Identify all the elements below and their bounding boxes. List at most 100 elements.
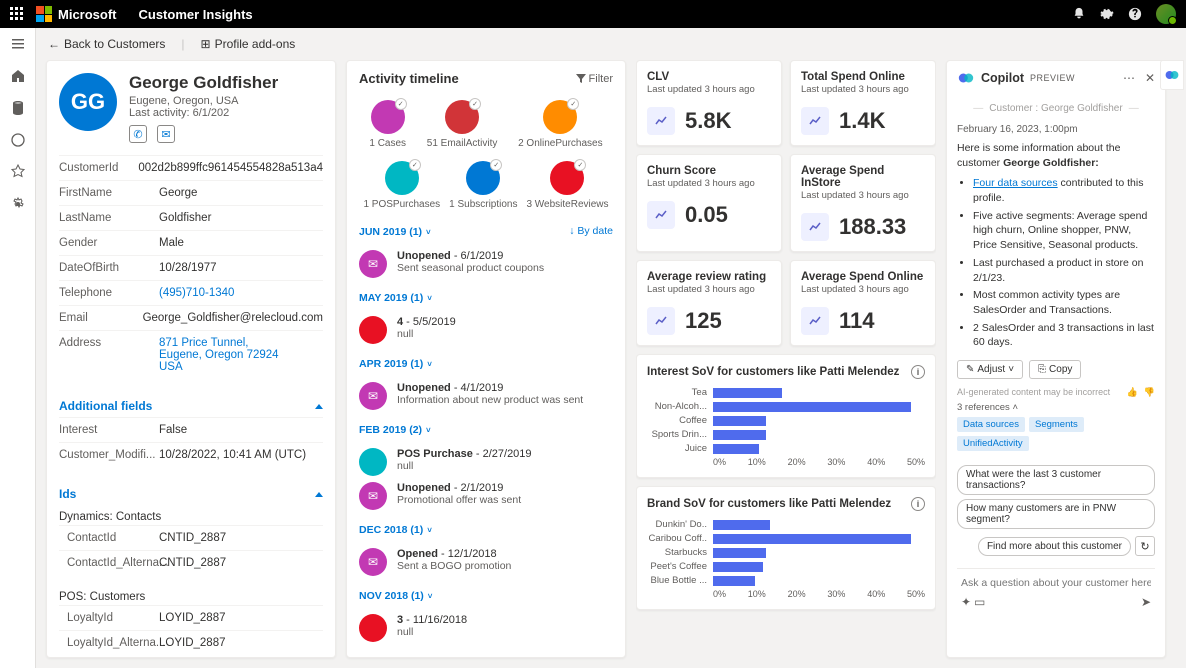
home-icon[interactable] bbox=[10, 68, 26, 84]
reference-tag[interactable]: Segments bbox=[1029, 417, 1084, 432]
timeline-month-header[interactable]: DEC 2018 (1) ˅ bbox=[359, 524, 432, 536]
adjust-label: Adjust bbox=[977, 364, 1005, 375]
trend-icon bbox=[801, 307, 829, 335]
metric-title: CLV bbox=[647, 71, 771, 83]
activity-type-icon[interactable]: ✓3 WebsiteReviews bbox=[526, 161, 608, 210]
references-toggle[interactable]: 3 references ˄ bbox=[957, 402, 1155, 413]
mail-icon[interactable]: ✉ bbox=[157, 125, 175, 143]
section-label: Ids bbox=[59, 487, 76, 501]
refresh-suggestions-icon[interactable]: ↻ bbox=[1135, 536, 1155, 556]
activity-type-icon[interactable]: ✓1 Cases bbox=[369, 100, 406, 149]
help-icon[interactable] bbox=[1128, 7, 1142, 21]
gear-icon[interactable] bbox=[1100, 7, 1114, 21]
field-label: FirstName bbox=[59, 187, 159, 199]
reference-link[interactable]: Four data sources bbox=[973, 177, 1058, 189]
bar-row: Caribou Coff.. bbox=[647, 533, 925, 544]
sparkle-icon[interactable]: ✦ bbox=[961, 595, 971, 609]
disclaimer-text: AI-generated content may be incorrect bbox=[957, 387, 1110, 397]
timeline-item[interactable]: ✉ Opened - 12/1/2018Sent a BOGO promotio… bbox=[359, 548, 613, 576]
copilot-collapse-toggle[interactable] bbox=[1160, 60, 1184, 90]
info-icon[interactable]: i bbox=[911, 497, 925, 511]
hamburger-icon[interactable] bbox=[10, 36, 26, 52]
addons-label: Profile add-ons bbox=[215, 37, 296, 51]
activity-type-icon[interactable]: ✓2 OnlinePurchases bbox=[518, 100, 603, 149]
timeline-item[interactable]: POS Purchase - 2/27/2019null bbox=[359, 448, 613, 476]
metric-subtitle: Last updated 3 hours ago bbox=[801, 84, 925, 95]
metric-card[interactable]: Average review rating Last updated 3 hou… bbox=[636, 260, 782, 346]
metric-subtitle: Last updated 3 hours ago bbox=[647, 178, 771, 189]
field-value: False bbox=[159, 424, 323, 436]
metric-subtitle: Last updated 3 hours ago bbox=[647, 284, 771, 295]
waffle-icon[interactable] bbox=[10, 7, 24, 21]
copilot-input[interactable] bbox=[961, 577, 1151, 589]
chevron-up-icon bbox=[315, 492, 323, 497]
activity-dot: ✉ bbox=[359, 382, 387, 410]
timeline-month-header[interactable]: MAY 2019 (1) ˅ bbox=[359, 292, 432, 304]
activity-type-icon[interactable]: ✓1 Subscriptions bbox=[449, 161, 517, 210]
back-button[interactable]: ← Back to Customers bbox=[48, 37, 165, 51]
timeline-month-header[interactable]: JUN 2019 (1) ˅ bbox=[359, 226, 431, 238]
metric-value: 114 bbox=[839, 308, 875, 334]
segments-icon[interactable] bbox=[10, 132, 26, 148]
ids-header[interactable]: Ids bbox=[47, 477, 335, 505]
bar-label: Blue Bottle ... bbox=[647, 575, 707, 586]
additional-fields-header[interactable]: Additional fields bbox=[47, 389, 335, 417]
profile-addons-button[interactable]: ⊞ Profile add-ons bbox=[201, 37, 296, 51]
adjust-button[interactable]: ✎ Adjust ˅ bbox=[957, 360, 1023, 379]
metric-value: 0.05 bbox=[685, 202, 728, 228]
filter-button[interactable]: Filter bbox=[576, 73, 613, 85]
suggestion-button[interactable]: What were the last 3 customer transactio… bbox=[957, 465, 1155, 495]
metric-card[interactable]: CLV Last updated 3 hours ago 5.8K bbox=[636, 60, 782, 146]
field-value[interactable]: 871 Price Tunnel,Eugene, Oregon 72924USA bbox=[159, 337, 323, 373]
data-icon[interactable] bbox=[10, 100, 26, 116]
bar-label: Tea bbox=[647, 387, 707, 398]
timeline-item[interactable]: 3 - 11/16/2018null bbox=[359, 614, 613, 642]
metric-card[interactable]: Average Spend InStore Last updated 3 hou… bbox=[790, 154, 936, 252]
timeline-item[interactable]: ✉ Unopened - 2/1/2019Promotional offer w… bbox=[359, 482, 613, 510]
thumbs-up-icon[interactable]: 👍 bbox=[1127, 387, 1138, 398]
thumbs-down-icon[interactable]: 👎 bbox=[1144, 387, 1155, 398]
timeline-item[interactable]: ✉ Unopened - 4/1/2019Information about n… bbox=[359, 382, 613, 410]
copilot-bullet: Five active segments: Average spend high… bbox=[973, 209, 1155, 253]
vendor-label: Microsoft bbox=[58, 7, 117, 22]
timeline-month-header[interactable]: NOV 2018 (1) ˅ bbox=[359, 590, 432, 602]
send-icon[interactable]: ➤ bbox=[1141, 595, 1151, 609]
chart-axis: 0%10%20%30%40%50% bbox=[713, 589, 925, 599]
sort-by-date[interactable]: ↓ By date bbox=[569, 225, 613, 237]
copy-button[interactable]: ⎘ Copy bbox=[1029, 360, 1081, 379]
timeline-month-header[interactable]: APR 2019 (1) ˅ bbox=[359, 358, 432, 370]
metric-value: 125 bbox=[685, 308, 722, 334]
user-avatar[interactable] bbox=[1156, 4, 1176, 24]
chart-title: Brand SoV for customers like Patti Melen… bbox=[647, 498, 891, 510]
phone-icon[interactable]: ✆ bbox=[129, 125, 147, 143]
field-value[interactable]: (495)710-1340 bbox=[159, 287, 323, 299]
suggestion-button[interactable]: Find more about this customer bbox=[978, 537, 1131, 556]
metric-subtitle: Last updated 3 hours ago bbox=[801, 284, 925, 295]
activity-type-icon[interactable]: ✓1 POSPurchases bbox=[363, 161, 440, 210]
copilot-bullet: Last purchased a product in store on 2/1… bbox=[973, 256, 1155, 285]
suggestion-button[interactable]: How many customers are in PNW segment? bbox=[957, 499, 1155, 529]
metric-card[interactable]: Churn Score Last updated 3 hours ago 0.0… bbox=[636, 154, 782, 252]
field-label: Interest bbox=[59, 424, 159, 436]
book-icon[interactable]: ▭ bbox=[974, 595, 985, 609]
reference-tag[interactable]: Data sources bbox=[957, 417, 1025, 432]
activity-type-icon[interactable]: ✓51 EmailActivity bbox=[427, 100, 498, 149]
timeline-item[interactable]: ✉ Unopened - 6/1/2019Sent seasonal produ… bbox=[359, 250, 613, 278]
measures-icon[interactable] bbox=[10, 164, 26, 180]
bell-icon[interactable] bbox=[1072, 7, 1086, 21]
timeline-item[interactable]: 4 - 5/5/2019null bbox=[359, 316, 613, 344]
close-icon[interactable]: ✕ bbox=[1145, 71, 1155, 85]
field-label: LastName bbox=[59, 212, 159, 224]
microsoft-logo bbox=[36, 6, 52, 22]
field-row: InterestFalse bbox=[59, 417, 323, 442]
metric-card[interactable]: Total Spend Online Last updated 3 hours … bbox=[790, 60, 936, 146]
field-row: GenderMale bbox=[59, 230, 323, 255]
timeline-month-header[interactable]: FEB 2019 (2) ˅ bbox=[359, 424, 431, 436]
metric-card[interactable]: Average Spend Online Last updated 3 hour… bbox=[790, 260, 936, 346]
reference-tag[interactable]: UnifiedActivity bbox=[957, 436, 1029, 451]
info-icon[interactable]: i bbox=[911, 365, 925, 379]
settings-icon[interactable] bbox=[10, 196, 26, 212]
bar-row: Starbucks bbox=[647, 547, 925, 558]
last-activity: Last activity: 6/1/202 bbox=[129, 107, 323, 119]
more-icon[interactable]: ⋯ bbox=[1123, 71, 1135, 85]
